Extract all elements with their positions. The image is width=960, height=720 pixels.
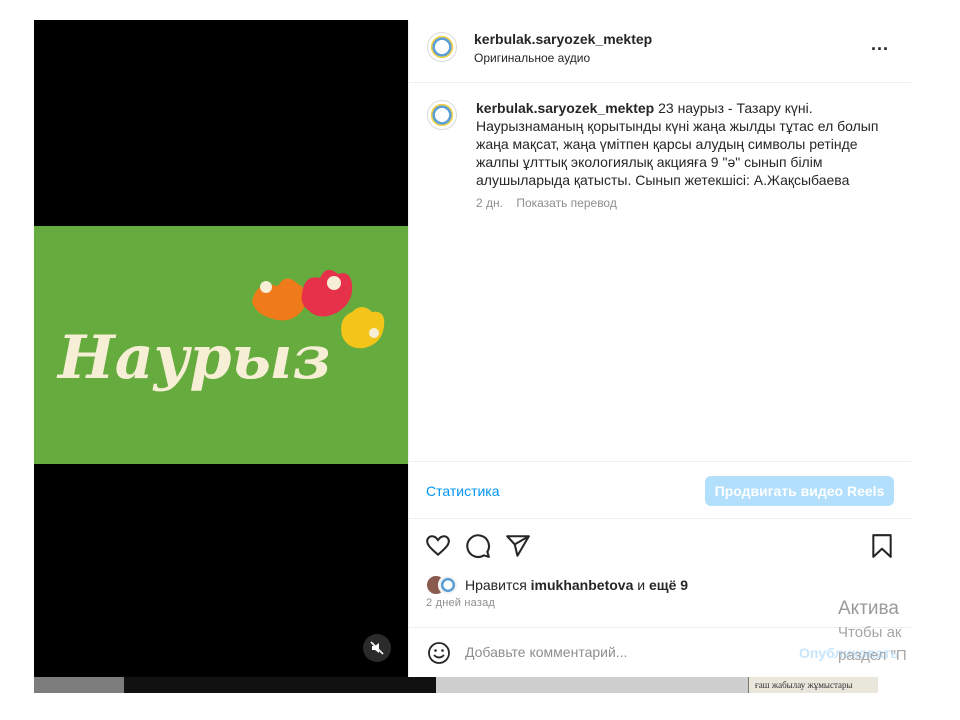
- comment-bar: Опубликовать: [409, 627, 911, 678]
- likes-user[interactable]: imukhanbetova: [531, 577, 634, 593]
- nauryz-logo: Наурыз: [56, 269, 385, 393]
- video-player[interactable]: Наурыз: [34, 20, 408, 677]
- liker-avatars[interactable]: [426, 575, 462, 595]
- post-panel: kerbulak.saryozek_mektep Оригинальное ау…: [408, 20, 911, 677]
- nauryz-banner: Наурыз: [34, 226, 408, 464]
- likes-prefix: Нравится: [465, 577, 527, 593]
- post-header: kerbulak.saryozek_mektep Оригинальное ау…: [409, 20, 911, 83]
- activation-watermark-line: Чтобы ак: [838, 624, 902, 641]
- speaker-muted-icon: [370, 641, 384, 655]
- post-time-ago: 2 дней назад: [426, 597, 496, 609]
- avatar: [438, 575, 458, 595]
- caption-username[interactable]: kerbulak.saryozek_mektep: [476, 100, 654, 116]
- avatar[interactable]: [427, 32, 457, 62]
- action-bar: [409, 527, 911, 567]
- background-window-strip: [124, 677, 436, 693]
- background-document-snippet: ғаш жабылау жұмыстары: [748, 677, 878, 693]
- translate-link[interactable]: Показать перевод: [516, 196, 617, 210]
- statistics-link[interactable]: Статистика: [426, 483, 500, 499]
- background-window-strip: [34, 677, 124, 693]
- send-icon[interactable]: [505, 533, 531, 559]
- background-window-strip: [436, 677, 748, 693]
- banner-text: Наурыз: [56, 323, 331, 393]
- caption-meta: 2 дн. Показать перевод: [476, 196, 617, 210]
- likes-rest[interactable]: ещё 9: [649, 577, 688, 593]
- more-options-button[interactable]: ...: [871, 34, 889, 55]
- likes-middle: и: [637, 577, 646, 593]
- bookmark-icon[interactable]: [869, 533, 895, 559]
- activation-watermark-line: раздел "П: [838, 647, 907, 664]
- caption-avatar[interactable]: [427, 100, 457, 130]
- activation-watermark-title: Актива: [838, 598, 899, 619]
- promote-reels-button[interactable]: Продвигать видео Reels: [705, 476, 894, 506]
- post-caption: kerbulak.saryozek_mektep 23 наурыз - Таз…: [476, 99, 894, 189]
- comment-input[interactable]: [465, 644, 765, 660]
- comment-icon[interactable]: [465, 533, 491, 559]
- likes-summary[interactable]: Нравится imukhanbetova и ещё 9: [465, 577, 688, 593]
- caption-age: 2 дн.: [476, 196, 503, 210]
- post-username[interactable]: kerbulak.saryozek_mektep: [474, 31, 652, 47]
- heart-icon[interactable]: [425, 533, 451, 559]
- mute-button[interactable]: [363, 634, 391, 662]
- audio-label[interactable]: Оригинальное аудио: [474, 51, 590, 65]
- emoji-icon[interactable]: [427, 641, 451, 665]
- insights-row: Статистика Продвигать видео Reels: [409, 461, 911, 519]
